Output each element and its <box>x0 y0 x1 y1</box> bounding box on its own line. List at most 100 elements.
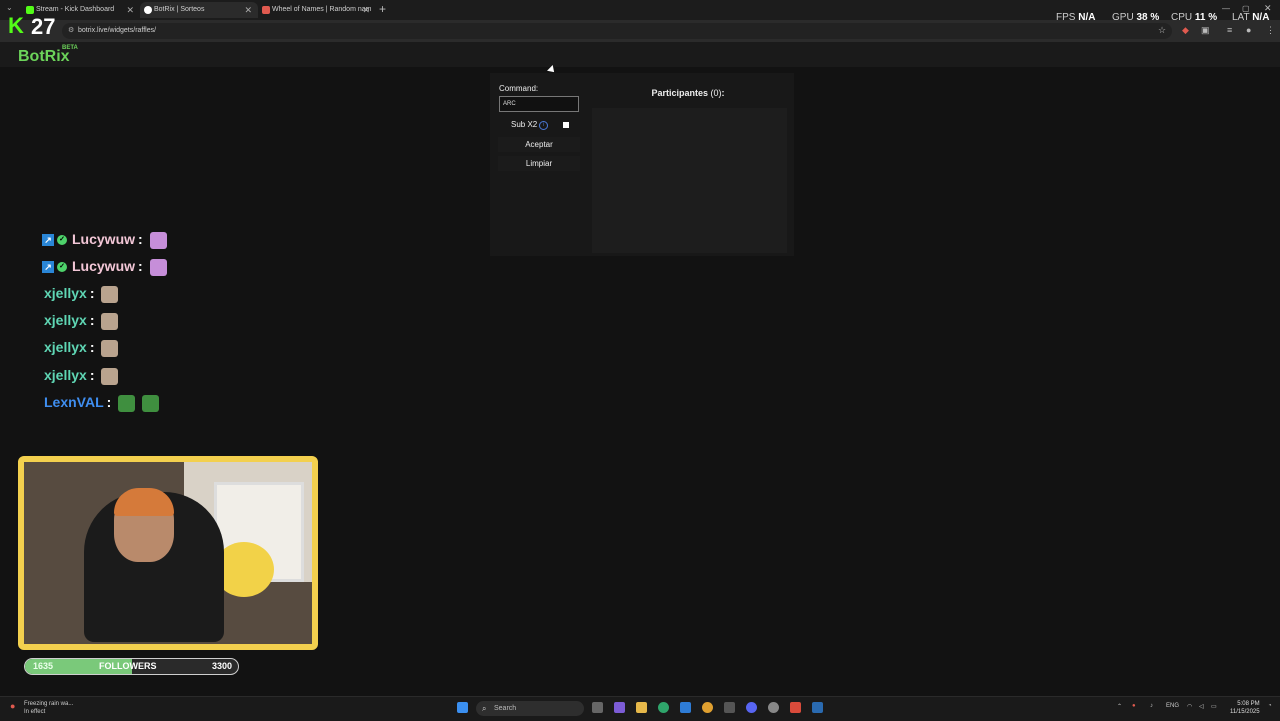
bookmark-star-icon[interactable]: ☆ <box>1158 25 1166 36</box>
emote-icon <box>101 285 119 303</box>
chat-username: Lucywuw <box>72 258 136 274</box>
info-icon[interactable]: i <box>539 121 548 130</box>
url-field[interactable]: ⚙ botrix.live/widgets/raffles/ <box>62 23 1172 39</box>
language-indicator[interactable]: ENG <box>1166 703 1179 709</box>
tray-chevron-icon[interactable]: ⌃ <box>1117 703 1122 710</box>
participants-title: Participantes (0): <box>651 88 725 98</box>
search-icon: ⌕ <box>482 704 487 713</box>
chat-colon: : <box>89 339 95 355</box>
chat-username: xjellyx <box>44 367 87 383</box>
followers-goal-bar: 1635 FOLLOWERS 3300 <box>24 658 239 675</box>
viewer-count: 27 <box>31 14 56 39</box>
profile-avatar-icon[interactable]: ● <box>1246 25 1251 35</box>
volume-icon[interactable]: ◁ <box>1199 703 1204 710</box>
kick-favicon-icon <box>26 6 34 14</box>
app-icon[interactable] <box>614 702 625 713</box>
emote-icon <box>101 339 119 357</box>
chat-message: xjellyx: <box>44 336 119 358</box>
chat-username: xjellyx <box>44 285 87 301</box>
brand-bar: BotRix BETA <box>0 42 1280 67</box>
chat-username: xjellyx <box>44 339 87 355</box>
system-clock[interactable]: 5:08 PM 11/15/2025 <box>1230 700 1260 716</box>
discord-icon[interactable] <box>746 702 757 713</box>
botrix-favicon-icon <box>144 6 152 14</box>
chat-colon: : <box>138 231 143 247</box>
emote-icon <box>101 312 119 330</box>
media-control-icon[interactable]: ≡ <box>1227 25 1232 35</box>
verified-badge-icon: ✓ <box>57 262 67 273</box>
accept-button[interactable]: Aceptar <box>498 137 580 152</box>
chat-username: Lucywuw <box>72 231 136 247</box>
wifi-icon[interactable]: ◠ <box>1187 703 1192 710</box>
chat-message: xjellyx: <box>44 309 119 331</box>
store-icon[interactable] <box>680 702 691 713</box>
extension-icon[interactable]: ◆ <box>1182 25 1189 36</box>
webcam-frame <box>18 456 318 650</box>
chat-message: xjellyx: <box>44 282 119 304</box>
chat-username: xjellyx <box>44 312 87 328</box>
new-tab-icon[interactable]: + <box>379 2 386 16</box>
chat-colon: : <box>138 258 143 274</box>
emote-icon <box>149 231 167 249</box>
taskbar-search[interactable]: ⌕ Search <box>476 701 584 716</box>
chat-message: LexnVAL: <box>44 391 160 413</box>
extensions-puzzle-icon[interactable]: ▣ <box>1201 25 1210 36</box>
steam-icon[interactable] <box>812 702 823 713</box>
chat-colon: : <box>89 285 95 301</box>
boost-badge-icon: ↗ <box>42 261 54 274</box>
followers-current: 1635 <box>33 661 54 671</box>
site-info-icon[interactable]: ⚙ <box>68 23 74 39</box>
weather-icon: ● <box>10 701 16 711</box>
battery-icon[interactable]: ▭ <box>1211 703 1217 710</box>
boost-badge-icon: ↗ <box>42 234 54 247</box>
cpu-stat: CPU 11 % <box>1171 12 1218 23</box>
gpu-stat: GPU 38 % <box>1112 12 1160 23</box>
clear-button[interactable]: Limpiar <box>498 156 580 171</box>
notifications-icon[interactable]: ◔ <box>1268 703 1272 709</box>
tab-search-icon[interactable]: ⌄ <box>6 3 13 12</box>
emote-icon <box>101 367 119 385</box>
more-menu-icon[interactable]: ⋮ <box>1266 25 1275 36</box>
windows-taskbar: ● Freezing rain wa... In effect ⌕ Search… <box>0 696 1280 721</box>
command-input[interactable]: ARC <box>499 96 579 112</box>
followers-label: FOLLOWERS <box>99 661 157 671</box>
close-tab-icon[interactable]: ✕ <box>362 2 370 18</box>
command-label: Command: <box>499 84 539 93</box>
weather-widget[interactable]: Freezing rain wa... In effect <box>24 700 73 716</box>
tray-app-icon[interactable]: ● <box>1132 703 1136 709</box>
close-tab-icon[interactable]: ✕ <box>126 2 134 18</box>
microphone-icon[interactable]: ♪ <box>1150 703 1153 709</box>
close-tab-icon[interactable]: ✕ <box>244 2 252 18</box>
obs-icon[interactable] <box>768 702 779 713</box>
chat-message: xjellyx: <box>44 364 119 386</box>
app-icon[interactable] <box>724 702 735 713</box>
followers-goal: 3300 <box>211 661 232 671</box>
edge-icon[interactable] <box>658 702 669 713</box>
tab-wheel-of-names[interactable]: Wheel of Names | Random nam ✕ <box>258 2 376 18</box>
brave-icon[interactable] <box>790 702 801 713</box>
lat-stat: LAT N/A <box>1232 12 1270 23</box>
participants-list[interactable] <box>592 108 787 253</box>
beta-badge: BETA <box>62 45 78 51</box>
chat-username: LexnVAL <box>44 394 104 410</box>
kick-logo: K <box>8 13 24 38</box>
chrome-icon[interactable] <box>702 702 713 713</box>
address-bar-row: ⚙ botrix.live/widgets/raffles/ <box>0 20 1280 43</box>
windows-start-icon[interactable] <box>457 702 468 713</box>
chat-message: ↗ ✓ Lucywuw: <box>42 255 167 277</box>
verified-badge-icon: ✓ <box>57 235 67 246</box>
sub-x2-checkbox[interactable] <box>563 122 569 128</box>
tab-botrix-sorteos[interactable]: BotRix | Sorteos ✕ <box>140 2 258 18</box>
chat-colon: : <box>89 367 95 383</box>
chat-message: ↗ ✓ Lucywuw: <box>42 228 167 250</box>
chat-colon: : <box>89 312 95 328</box>
minimize-icon[interactable]: — <box>1222 4 1230 13</box>
file-explorer-icon[interactable] <box>636 702 647 713</box>
task-view-icon[interactable] <box>592 702 603 713</box>
fps-stat: FPS N/A <box>1056 12 1096 23</box>
sub-x2-label: Sub X2 <box>511 120 538 129</box>
emote-icon <box>149 258 167 276</box>
chat-colon: : <box>106 394 112 410</box>
wheel-favicon-icon <box>262 6 270 14</box>
emote-icon <box>118 394 136 412</box>
